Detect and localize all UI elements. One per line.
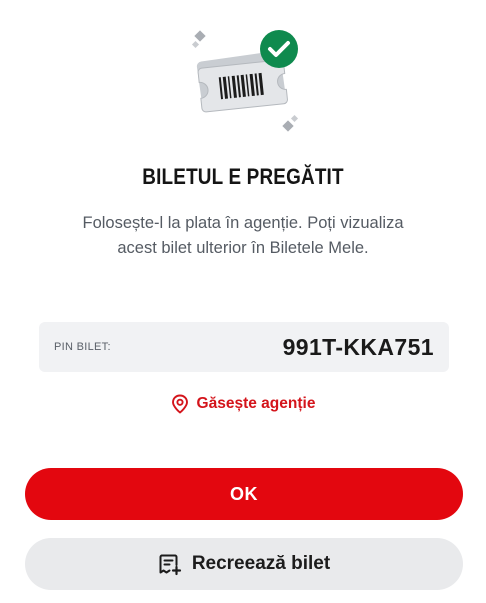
ticket-illustration-icon — [191, 30, 299, 132]
ticket-ready-title: BILETUL E PREGĂTIT — [142, 164, 344, 189]
recreate-ticket-button[interactable]: Recreează bilet — [25, 538, 463, 590]
ticket-ready-illustration — [180, 24, 306, 142]
ok-button[interactable]: OK — [25, 468, 463, 520]
pin-label: PIN BILET: — [54, 341, 111, 353]
find-agency-link[interactable]: Găsește agenție — [0, 394, 486, 414]
find-agency-label: Găsește agenție — [196, 395, 316, 412]
ticket-pin-box: PIN BILET: 991T-KKA751 — [39, 322, 449, 372]
pin-value: 991T-KKA751 — [282, 333, 434, 360]
ok-button-label: OK — [230, 483, 258, 504]
ticket-add-icon — [158, 552, 182, 576]
location-pin-icon — [171, 394, 189, 414]
recreate-ticket-label: Recreează bilet — [191, 553, 331, 574]
message-line-2: acest bilet ulterior în Biletele Mele. — [117, 239, 369, 257]
message-line-1: Folosește-l la plata în agenție. Poți vi… — [82, 214, 404, 232]
ticket-ready-message: Folosește-l la plata în agenție. Poți vi… — [40, 211, 446, 261]
